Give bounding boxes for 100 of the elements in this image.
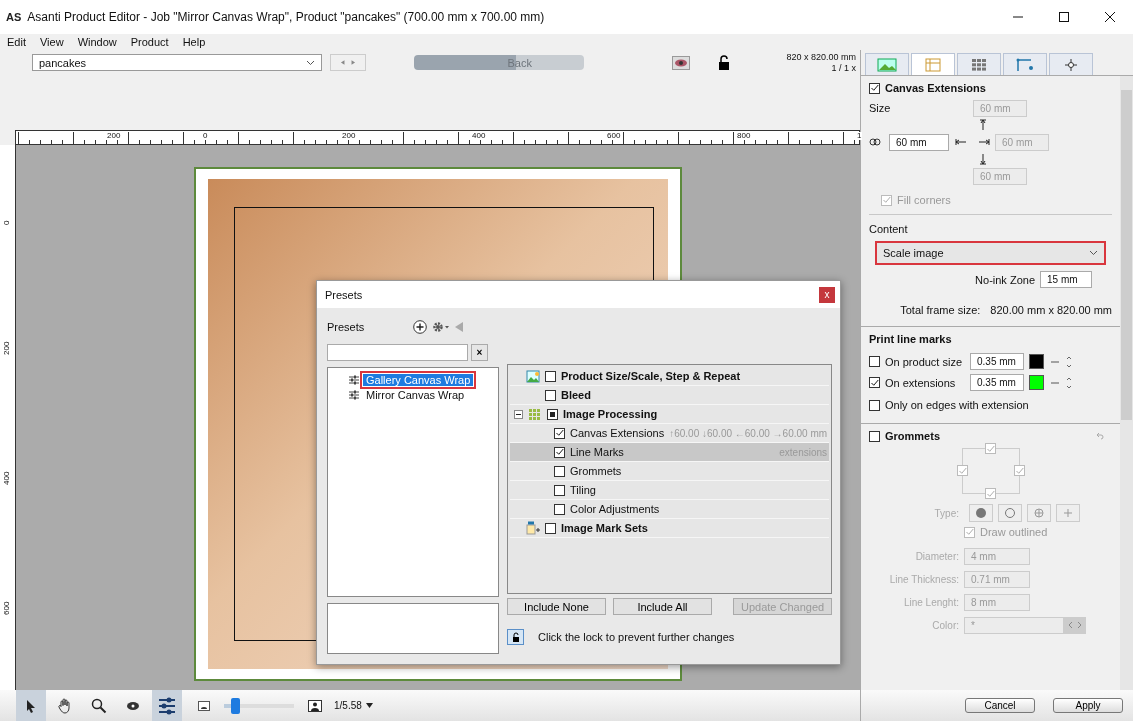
dialog-button[interactable]: Include All	[613, 598, 712, 615]
color-swatch[interactable]	[1029, 354, 1044, 369]
eye-icon[interactable]	[672, 55, 690, 70]
crop-marks-tab-icon[interactable]	[1016, 57, 1034, 72]
circle-icon[interactable]	[1005, 508, 1015, 518]
field-label: Line Thickness:	[888, 574, 960, 585]
section-title: Print line marks	[869, 333, 953, 345]
item-detail: ↑60.00 ↓60.00 ←60.00 →60.00 mm	[669, 427, 829, 439]
checkbox[interactable]	[869, 82, 880, 94]
menu-item[interactable]: Help	[175, 36, 213, 48]
checkbox[interactable]	[554, 465, 565, 477]
hand-icon[interactable]	[57, 697, 73, 714]
section-label: Product Size/Scale, Step & Repeat	[561, 370, 741, 382]
crosshair-tab-icon[interactable]	[1065, 58, 1077, 71]
dialog-button[interactable]: Include None	[507, 598, 606, 615]
preset-item[interactable]: Gallery Canvas Wrap	[363, 373, 474, 386]
footer-button[interactable]: Cancel	[965, 698, 1035, 713]
checkbox[interactable]	[869, 430, 880, 442]
checkbox[interactable]	[554, 484, 565, 496]
eye-icon[interactable]	[127, 701, 139, 710]
color-picker-icon[interactable]	[1064, 617, 1086, 634]
color-swatch[interactable]	[1029, 375, 1044, 390]
image-tab-icon[interactable]	[877, 57, 897, 72]
section-label: Image Mark Sets	[561, 522, 648, 534]
preset-item[interactable]: Mirror Canvas Wrap	[363, 388, 468, 401]
checkbox[interactable]	[869, 356, 880, 367]
content-dropdown[interactable]: Scale image	[875, 241, 1106, 265]
search-icon[interactable]	[91, 697, 107, 714]
checkbox[interactable]	[554, 427, 565, 439]
checkbox-label: On extensions	[885, 376, 957, 389]
checkbox[interactable]	[984, 443, 996, 454]
settings-icon[interactable]	[432, 321, 451, 333]
clear-button[interactable]: ×	[471, 344, 488, 361]
checkbox[interactable]	[547, 408, 558, 420]
large-image-icon[interactable]	[308, 699, 322, 712]
ruler-label: 200	[341, 132, 357, 140]
dialog-title: Presets	[325, 288, 363, 301]
close-icon[interactable]	[1105, 12, 1115, 22]
add-icon[interactable]	[413, 320, 428, 334]
product-dropdown[interactable]: pancakes	[32, 54, 322, 71]
image-icon	[526, 369, 540, 383]
checkbox[interactable]	[545, 389, 556, 401]
checkbox[interactable]	[881, 194, 892, 206]
checkbox[interactable]	[554, 503, 565, 515]
sliders-icon[interactable]	[158, 696, 176, 715]
padlock-icon[interactable]	[718, 54, 730, 71]
checkbox[interactable]	[956, 465, 968, 476]
tree-row[interactable]: Tiling	[510, 481, 830, 500]
menu-item[interactable]: Window	[70, 36, 124, 48]
menu-item[interactable]: Product	[123, 36, 176, 48]
checkbox[interactable]	[869, 377, 880, 388]
checkbox[interactable]	[545, 370, 556, 382]
checkbox[interactable]	[554, 446, 565, 458]
description-box[interactable]	[327, 603, 499, 654]
menu-item[interactable]: Edit	[0, 36, 33, 48]
section-title: Grommets	[885, 430, 941, 442]
ruler-label: 800	[736, 132, 752, 140]
small-image-icon[interactable]	[198, 700, 210, 711]
grid-tab-icon[interactable]	[972, 58, 986, 71]
tree-row[interactable]: Color Adjustments	[510, 500, 830, 519]
item-label: Grommets	[570, 465, 622, 477]
footer-button[interactable]: Apply	[1053, 698, 1123, 713]
ruler-label: 200	[2, 341, 11, 355]
checkbox[interactable]	[545, 522, 556, 534]
checkbox-label: Draw outlined	[980, 526, 1048, 538]
scrollbar[interactable]	[1120, 76, 1133, 690]
ruler-label: 600	[2, 601, 11, 615]
filled-circle-icon[interactable]	[976, 508, 986, 518]
slider-thumb[interactable]	[230, 697, 240, 714]
no-ink-field[interactable]: 15 mm	[1040, 271, 1092, 288]
type-label: Type:	[933, 507, 960, 519]
zoom-level[interactable]: 1/5.58	[334, 700, 362, 711]
pointer-icon[interactable]	[26, 698, 36, 713]
lock-button[interactable]	[507, 629, 524, 645]
menu-item[interactable]: View	[32, 36, 71, 48]
field-label: Color:	[931, 620, 960, 631]
maximize-icon[interactable]	[1059, 12, 1069, 22]
ruler-label: 600	[606, 132, 622, 140]
preset-icon	[348, 388, 360, 401]
scale-label: 1 / 1 x	[830, 62, 856, 74]
chevron-down-icon[interactable]	[1089, 250, 1098, 256]
left-field[interactable]: 60 mm	[889, 133, 949, 151]
checkbox[interactable]	[984, 488, 996, 499]
ruler-label: 400	[2, 471, 11, 485]
dropdown-arrow-icon[interactable]	[365, 703, 373, 708]
search-field[interactable]	[327, 344, 468, 361]
width-field[interactable]: 0.35 mm	[970, 353, 1024, 370]
close-button[interactable]: x	[819, 286, 835, 303]
link-icon[interactable]	[869, 138, 881, 146]
checkbox[interactable]	[964, 526, 975, 538]
padlock-icon[interactable]	[511, 632, 520, 642]
collapse-icon[interactable]	[514, 409, 523, 419]
total-value: 820.00 mm x 820.00 mm	[990, 304, 1112, 316]
width-field[interactable]: 0.35 mm	[970, 374, 1024, 391]
product-size: 820 x 820.00 mm	[786, 51, 856, 63]
checkbox[interactable]	[869, 399, 880, 411]
checkbox[interactable]	[1013, 465, 1025, 476]
section-title: Canvas Extensions	[885, 82, 986, 94]
tree-row[interactable]: Grommets	[510, 462, 830, 481]
chevron-down-icon[interactable]	[306, 59, 315, 66]
